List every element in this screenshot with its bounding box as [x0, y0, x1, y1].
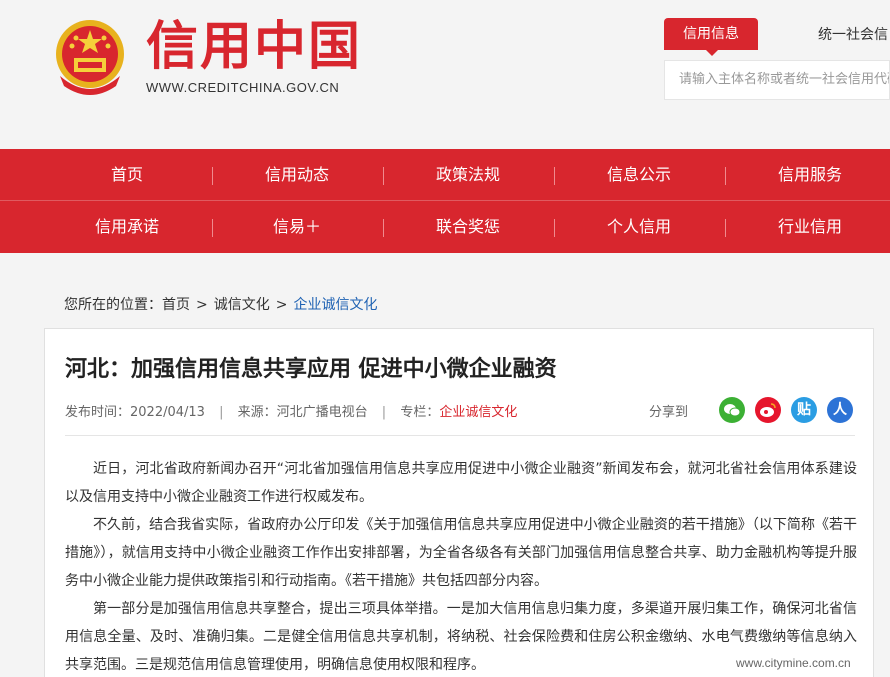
nav-row-1: 首页 信用动态 政策法规 信息公示 信用服务 — [0, 149, 890, 201]
source-name: 河北广播电视台 — [276, 405, 368, 420]
nav-item-disclosure[interactable]: 信息公示 — [554, 149, 724, 201]
breadcrumb-prefix: 您所在的位置： — [64, 297, 162, 313]
nav-item-credit-pledge[interactable]: 信用承诺 — [42, 201, 212, 253]
meta-divider: | — [381, 405, 387, 420]
main-nav: 首页 信用动态 政策法规 信息公示 信用服务 信用承诺 信易＋ 联合奖惩 个人信… — [0, 149, 890, 253]
nav-item-home[interactable]: 首页 — [42, 149, 212, 201]
breadcrumb-separator: > — [196, 297, 208, 313]
breadcrumb-current[interactable]: 企业诚信文化 — [293, 297, 377, 313]
publish-date: 2022/04/13 — [130, 405, 205, 420]
tieba-icon[interactable]: 贴 — [791, 397, 817, 423]
source-label: 来源： — [237, 405, 277, 420]
article-body: 近日，河北省政府新闻办召开“河北省加强信用信息共享应用促进中小微企业融资”新闻发… — [65, 455, 857, 677]
nav-item-industry-credit[interactable]: 行业信用 — [725, 201, 890, 253]
meta-divider: | — [219, 405, 224, 420]
article-title: 河北：加强信用信息共享应用 促进中小微企业融资 — [65, 357, 557, 382]
meta-separator-line — [65, 435, 855, 436]
renren-icon[interactable]: 人 — [827, 397, 853, 423]
article-paragraph: 近日，河北省政府新闻办召开“河北省加强信用信息共享应用促进中小微企业融资”新闻发… — [65, 461, 857, 505]
nav-item-credit-news[interactable]: 信用动态 — [212, 149, 382, 201]
breadcrumb-separator: > — [275, 297, 288, 313]
nav-row-2: 信用承诺 信易＋ 联合奖惩 个人信用 行业信用 — [0, 201, 890, 253]
nav-item-joint-rewards[interactable]: 联合奖惩 — [383, 201, 553, 253]
site-watermark: www.citymine.com.cn — [736, 656, 851, 670]
publish-label: 发布时间： — [65, 405, 131, 420]
wechat-icon[interactable] — [719, 397, 745, 423]
tab-credit-info[interactable]: 信用信息 — [664, 18, 758, 56]
breadcrumb: 您所在的位置：首页 > 诚信文化 > 企业诚信文化 — [64, 294, 377, 314]
article-paragraph: 不久前，结合我省实际，省政府办公厅印发《关于加强信用信息共享应用促进中小微企业融… — [65, 517, 857, 589]
column-label: 专栏： — [400, 405, 440, 420]
search-input[interactable]: 请输入主体名称或者统一社会信用代码 — [664, 60, 890, 100]
nav-item-policy[interactable]: 政策法规 — [383, 149, 553, 201]
article-meta: 发布时间：2022/04/13 | 来源：河北广播电视台 | 专栏：企业诚信文化 — [65, 401, 517, 420]
tab-uscc[interactable]: 统一社会信 — [818, 24, 888, 44]
breadcrumb-home[interactable]: 首页 — [162, 297, 190, 313]
article-card: 河北：加强信用信息共享应用 促进中小微企业融资 发布时间：2022/04/13 … — [44, 328, 874, 677]
nav-item-credit-service[interactable]: 信用服务 — [725, 149, 890, 201]
site-header: 信用中国 WWW.CREDITCHINA.GOV.CN 信用信息 统一社会信 请… — [0, 0, 890, 149]
share-label: 分享到 — [649, 405, 689, 420]
site-name[interactable]: 信用中国 — [146, 14, 362, 80]
weibo-icon[interactable] — [755, 397, 781, 423]
nav-item-xinyi-plus[interactable]: 信易＋ — [212, 201, 382, 253]
column-link[interactable]: 企业诚信文化 — [439, 405, 517, 420]
site-url: WWW.CREDITCHINA.GOV.CN — [146, 80, 340, 95]
nav-item-personal-credit[interactable]: 个人信用 — [554, 201, 724, 253]
breadcrumb-level2[interactable]: 诚信文化 — [214, 297, 270, 313]
national-emblem-logo[interactable] — [50, 16, 130, 98]
